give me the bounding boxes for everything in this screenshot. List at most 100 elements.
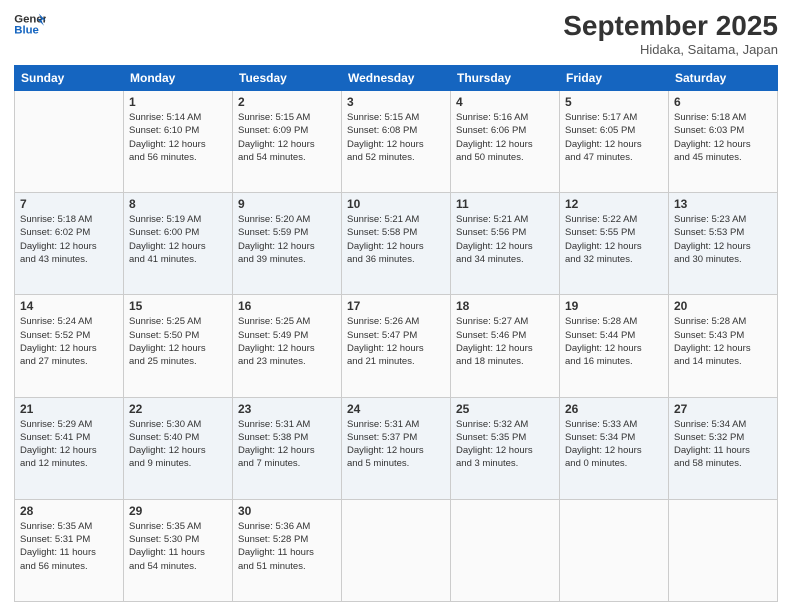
calendar-week-row: 1 Sunrise: 5:14 AMSunset: 6:10 PMDaylight… [15, 91, 778, 193]
col-tuesday: Tuesday [233, 66, 342, 91]
day-number: 1 [129, 95, 227, 109]
col-thursday: Thursday [451, 66, 560, 91]
day-number: 6 [674, 95, 772, 109]
day-number: 23 [238, 402, 336, 416]
day-info: Sunrise: 5:17 AMSunset: 6:05 PMDaylight:… [565, 111, 663, 164]
day-info: Sunrise: 5:25 AMSunset: 5:50 PMDaylight:… [129, 315, 227, 368]
calendar-cell: 6Sunrise: 5:18 AMSunset: 6:03 PMDaylight… [669, 91, 778, 193]
calendar-cell: 26Sunrise: 5:33 AMSunset: 5:34 PMDayligh… [560, 397, 669, 499]
day-number: 14 [20, 299, 118, 313]
calendar-header-row: Sunday Monday Tuesday Wednesday Thursday… [15, 66, 778, 91]
calendar-subtitle: Hidaka, Saitama, Japan [563, 42, 778, 57]
col-saturday: Saturday [669, 66, 778, 91]
day-info: Sunrise: 5:16 AMSunset: 6:06 PMDaylight:… [456, 111, 554, 164]
day-number: 20 [674, 299, 772, 313]
calendar-cell [451, 499, 560, 601]
day-number: 5 [565, 95, 663, 109]
calendar-cell [342, 499, 451, 601]
calendar-page: General Blue September 2025 Hidaka, Sait… [0, 0, 792, 612]
day-number: 26 [565, 402, 663, 416]
day-number: 8 [129, 197, 227, 211]
day-number: 10 [347, 197, 445, 211]
calendar-cell: 5 Sunrise: 5:17 AMSunset: 6:05 PMDaylight… [560, 91, 669, 193]
calendar-cell: 15 Sunrise: 5:25 AMSunset: 5:50 PMDayligh… [124, 295, 233, 397]
day-info: Sunrise: 5:15 AMSunset: 6:09 PMDaylight:… [238, 111, 336, 164]
day-info: Sunrise: 5:34 AMSunset: 5:32 PMDaylight:… [674, 418, 772, 471]
day-info: Sunrise: 5:30 AMSunset: 5:40 PMDaylight:… [129, 418, 227, 471]
calendar-cell: 29 Sunrise: 5:35 AMSunset: 5:30 PMDayligh… [124, 499, 233, 601]
day-number: 2 [238, 95, 336, 109]
day-info: Sunrise: 5:35 AMSunset: 5:30 PMDaylight:… [129, 520, 227, 573]
day-number: 25 [456, 402, 554, 416]
day-number: 16 [238, 299, 336, 313]
logo-icon: General Blue [14, 10, 46, 38]
day-info: Sunrise: 5:32 AMSunset: 5:35 PMDaylight:… [456, 418, 554, 471]
day-info: Sunrise: 5:29 AMSunset: 5:41 PMDaylight:… [20, 418, 118, 471]
day-number: 18 [456, 299, 554, 313]
calendar-cell: 4 Sunrise: 5:16 AMSunset: 6:06 PMDaylight… [451, 91, 560, 193]
day-number: 7 [20, 197, 118, 211]
day-number: 12 [565, 197, 663, 211]
calendar-cell: 30Sunrise: 5:36 AMSunset: 5:28 PMDayligh… [233, 499, 342, 601]
calendar-cell: 3 Sunrise: 5:15 AMSunset: 6:08 PMDaylight… [342, 91, 451, 193]
calendar-cell: 25 Sunrise: 5:32 AMSunset: 5:35 PMDayligh… [451, 397, 560, 499]
day-info: Sunrise: 5:31 AMSunset: 5:37 PMDaylight:… [347, 418, 445, 471]
calendar-cell: 18 Sunrise: 5:27 AMSunset: 5:46 PMDayligh… [451, 295, 560, 397]
day-number: 19 [565, 299, 663, 313]
day-number: 4 [456, 95, 554, 109]
calendar-week-row: 14 Sunrise: 5:24 AMSunset: 5:52 PMDayligh… [15, 295, 778, 397]
day-info: Sunrise: 5:24 AMSunset: 5:52 PMDaylight:… [20, 315, 118, 368]
day-number: 9 [238, 197, 336, 211]
calendar-cell: 22Sunrise: 5:30 AMSunset: 5:40 PMDayligh… [124, 397, 233, 499]
day-info: Sunrise: 5:35 AMSunset: 5:31 PMDaylight:… [20, 520, 118, 573]
calendar-cell: 10 Sunrise: 5:21 AMSunset: 5:58 PMDayligh… [342, 193, 451, 295]
logo: General Blue [14, 10, 46, 38]
calendar-cell [560, 499, 669, 601]
calendar-cell: 13 Sunrise: 5:23 AMSunset: 5:53 PMDayligh… [669, 193, 778, 295]
col-sunday: Sunday [15, 66, 124, 91]
calendar-cell: 19Sunrise: 5:28 AMSunset: 5:44 PMDayligh… [560, 295, 669, 397]
day-info: Sunrise: 5:25 AMSunset: 5:49 PMDaylight:… [238, 315, 336, 368]
calendar-cell: 17Sunrise: 5:26 AMSunset: 5:47 PMDayligh… [342, 295, 451, 397]
calendar-cell: 16 Sunrise: 5:25 AMSunset: 5:49 PMDayligh… [233, 295, 342, 397]
day-info: Sunrise: 5:26 AMSunset: 5:47 PMDaylight:… [347, 315, 445, 368]
day-info: Sunrise: 5:27 AMSunset: 5:46 PMDaylight:… [456, 315, 554, 368]
day-info: Sunrise: 5:31 AMSunset: 5:38 PMDaylight:… [238, 418, 336, 471]
day-info: Sunrise: 5:18 AMSunset: 6:02 PMDaylight:… [20, 213, 118, 266]
calendar-table: Sunday Monday Tuesday Wednesday Thursday… [14, 65, 778, 602]
header: General Blue September 2025 Hidaka, Sait… [14, 10, 778, 57]
svg-text:Blue: Blue [14, 25, 39, 37]
calendar-body: 1 Sunrise: 5:14 AMSunset: 6:10 PMDaylight… [15, 91, 778, 602]
col-monday: Monday [124, 66, 233, 91]
col-wednesday: Wednesday [342, 66, 451, 91]
calendar-cell: 24Sunrise: 5:31 AMSunset: 5:37 PMDayligh… [342, 397, 451, 499]
day-number: 27 [674, 402, 772, 416]
day-info: Sunrise: 5:19 AMSunset: 6:00 PMDaylight:… [129, 213, 227, 266]
calendar-cell: 9 Sunrise: 5:20 AMSunset: 5:59 PMDaylight… [233, 193, 342, 295]
day-info: Sunrise: 5:15 AMSunset: 6:08 PMDaylight:… [347, 111, 445, 164]
day-info: Sunrise: 5:20 AMSunset: 5:59 PMDaylight:… [238, 213, 336, 266]
day-number: 3 [347, 95, 445, 109]
calendar-week-row: 21Sunrise: 5:29 AMSunset: 5:41 PMDayligh… [15, 397, 778, 499]
day-number: 28 [20, 504, 118, 518]
calendar-cell: 7 Sunrise: 5:18 AMSunset: 6:02 PMDaylight… [15, 193, 124, 295]
calendar-cell: 20 Sunrise: 5:28 AMSunset: 5:43 PMDayligh… [669, 295, 778, 397]
calendar-cell: 1 Sunrise: 5:14 AMSunset: 6:10 PMDaylight… [124, 91, 233, 193]
calendar-cell: 14 Sunrise: 5:24 AMSunset: 5:52 PMDayligh… [15, 295, 124, 397]
day-number: 13 [674, 197, 772, 211]
day-number: 30 [238, 504, 336, 518]
title-block: September 2025 Hidaka, Saitama, Japan [563, 10, 778, 57]
day-info: Sunrise: 5:21 AMSunset: 5:56 PMDaylight:… [456, 213, 554, 266]
calendar-cell: 21Sunrise: 5:29 AMSunset: 5:41 PMDayligh… [15, 397, 124, 499]
calendar-week-row: 7 Sunrise: 5:18 AMSunset: 6:02 PMDaylight… [15, 193, 778, 295]
day-info: Sunrise: 5:23 AMSunset: 5:53 PMDaylight:… [674, 213, 772, 266]
day-number: 29 [129, 504, 227, 518]
day-info: Sunrise: 5:21 AMSunset: 5:58 PMDaylight:… [347, 213, 445, 266]
calendar-cell: 23 Sunrise: 5:31 AMSunset: 5:38 PMDayligh… [233, 397, 342, 499]
day-info: Sunrise: 5:28 AMSunset: 5:43 PMDaylight:… [674, 315, 772, 368]
day-number: 15 [129, 299, 227, 313]
day-info: Sunrise: 5:14 AMSunset: 6:10 PMDaylight:… [129, 111, 227, 164]
day-number: 11 [456, 197, 554, 211]
calendar-cell: 11 Sunrise: 5:21 AMSunset: 5:56 PMDayligh… [451, 193, 560, 295]
calendar-cell: 27 Sunrise: 5:34 AMSunset: 5:32 PMDayligh… [669, 397, 778, 499]
